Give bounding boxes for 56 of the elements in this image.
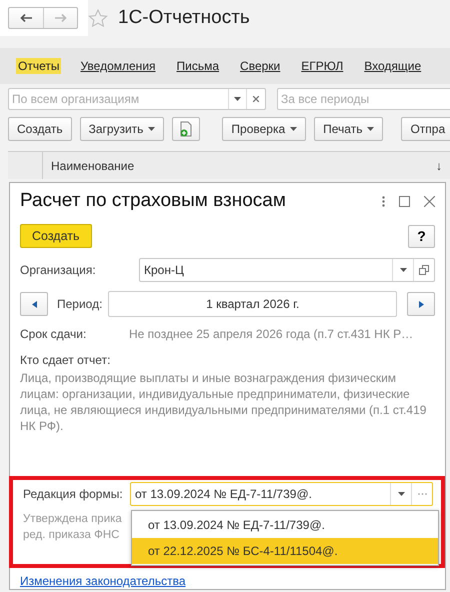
filter-field[interactable]: По всем организациям [9,92,228,106]
toolbar-button[interactable]: Отпра [401,117,450,141]
back-arrow-icon [20,14,32,22]
caret-icon [367,127,374,131]
section-tab[interactable]: Отчеты [16,58,62,74]
dialog-title: Расчет по страховым взносам [20,190,286,212]
create-button[interactable]: Создать [20,224,92,248]
section-label: Кто сдает отчет: [20,353,110,367]
forward-arrow-icon [54,14,66,22]
caret-icon [400,268,406,272]
sort-arrow: ↓ [436,158,442,172]
section-tab[interactable]: Письма [174,58,222,74]
menu-button[interactable]: Проверка [222,117,306,141]
section-tab[interactable]: Уведомления [78,58,158,74]
next-period-button[interactable] [407,292,435,316]
field-label: Редакция формы: [23,487,124,501]
document-add-icon [179,121,194,137]
approval-text: ред. приказа ФНС [23,528,120,543]
field-label: Период: [57,297,102,311]
caret-icon [148,127,156,131]
menu-button[interactable]: Печать [314,117,384,141]
description-text: Лица, производящие выплаты и иные вознаграждения физическим лицам: организации, индивидуальные предприниматели, физические лица, не являющиеся индивидуальными предпринимателями (п.1 ст.419 НК РФ). [20,370,428,434]
organization-field[interactable]: Крон-Ц [139,258,435,282]
window-title: 1С-Отчетность [118,7,250,29]
dropdown-option[interactable]: от 13.09.2024 № ЕД-7-11/739@. [132,512,438,538]
caret-icon [398,492,404,496]
left-triangle-icon [32,300,36,308]
section-tab[interactable]: Сверки [238,58,282,74]
caret-icon [234,97,242,101]
more-icon[interactable] [382,196,385,206]
edition-field[interactable]: от 13.09.2024 № ЕД-7-11/739@. [130,482,433,506]
legislation-link[interactable]: Изменения законодательства [20,574,186,588]
deadline-text: Не позднее 25 апреля 2026 года (п.7 ст.431 НК Р… [129,327,414,341]
clear-icon [253,96,260,102]
maximize-icon[interactable] [399,196,410,206]
field-label: Срок сдачи: [20,327,88,341]
section-tab[interactable]: ЕГРЮЛ [299,58,346,74]
menu-button[interactable]: Загрузить [80,117,164,141]
column-header[interactable]: Наименование [51,158,134,172]
caret-icon [290,127,298,131]
filter-combo[interactable]: За все периоды [277,88,450,110]
section-tab[interactable]: Входящие [362,58,424,74]
field-label: Организация: [20,263,97,277]
star-icon[interactable] [88,8,108,28]
right-triangle-icon [418,300,424,308]
filter-combo[interactable]: По всем организациям [8,88,266,110]
toolbar-button[interactable]: Создать [8,117,72,141]
dropdown-option[interactable]: от 22.12.2025 № БС-4-11/11504@. [132,538,438,564]
close-icon[interactable] [424,196,435,206]
help-button[interactable]: ? [408,224,435,248]
open-icon [419,265,429,275]
document-add-button[interactable] [172,117,200,141]
approval-text: Утверждена прика [23,512,122,527]
previous-period-button[interactable] [20,292,48,316]
filter-field[interactable]: За все периоды [278,92,450,106]
period-field[interactable]: 1 квартал 2026 г. [108,291,397,317]
